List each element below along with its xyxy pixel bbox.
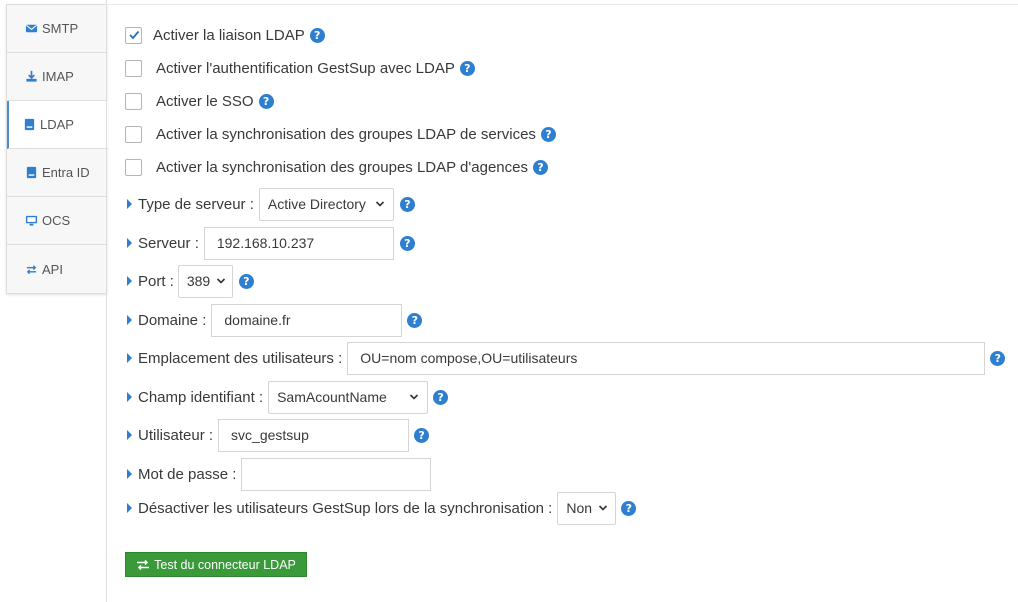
button-label: Test du connecteur LDAP	[154, 557, 296, 572]
exchange-icon	[137, 559, 150, 570]
caret-right-icon	[127, 276, 132, 286]
ldap-settings-panel: Activer la liaison LDAP ? Activer l'auth…	[106, 5, 1018, 602]
server-icon	[24, 166, 38, 180]
ldap-auth-checkbox[interactable]	[125, 59, 142, 77]
help-icon[interactable]: ?	[459, 60, 475, 76]
tab-label: Entra ID	[42, 165, 90, 180]
caret-right-icon	[127, 199, 132, 209]
field-label: Domaine :	[138, 311, 207, 329]
field-server-type: Type de serveur : Active Directory ?	[106, 187, 415, 221]
option-sso: Activer le SSO ?	[106, 89, 274, 113]
tab-smtp[interactable]: SMTP	[7, 5, 107, 53]
settings-tabs: SMTP IMAP LDAP Entra ID OCS API	[6, 4, 108, 294]
field-label: Utilisateur :	[138, 426, 214, 444]
chevron-down-icon	[216, 276, 226, 286]
tab-api[interactable]: API	[7, 245, 107, 293]
option-label: Activer le SSO	[156, 92, 254, 110]
selected-value: Non	[566, 500, 593, 516]
disable-users-select[interactable]: Non	[557, 491, 617, 525]
help-icon[interactable]: ?	[238, 273, 254, 289]
tab-label: SMTP	[42, 21, 79, 36]
caret-right-icon	[127, 392, 132, 402]
help-icon[interactable]: ?	[433, 389, 449, 405]
option-label: Activer la liaison LDAP	[153, 26, 305, 44]
field-label: Mot de passe :	[138, 465, 237, 483]
field-port: Port : 389 ?	[106, 264, 254, 298]
caret-right-icon	[127, 469, 132, 479]
help-icon[interactable]: ?	[399, 196, 415, 212]
field-users-location: Emplacement des utilisateurs : OU=nom co…	[106, 341, 1006, 375]
caret-right-icon	[127, 430, 132, 440]
envelope-icon	[24, 22, 38, 36]
tab-entra-id[interactable]: Entra ID	[7, 149, 107, 197]
port-select[interactable]: 389	[177, 264, 233, 298]
caret-right-icon	[127, 238, 132, 248]
field-disable-users: Désactiver les utilisateurs GestSup lors…	[106, 491, 637, 525]
caret-right-icon	[127, 315, 132, 325]
server-icon	[22, 118, 36, 132]
help-icon[interactable]: ?	[407, 312, 423, 328]
server-input[interactable]: 192.168.10.237	[203, 226, 394, 260]
field-server: Serveur : 192.168.10.237 ?	[106, 226, 415, 260]
tab-label: IMAP	[42, 69, 74, 84]
tab-label: LDAP	[40, 117, 74, 132]
selected-value: SamAcountName	[277, 389, 387, 405]
users-location-input[interactable]: OU=nom compose,OU=utilisateurs	[347, 341, 986, 375]
option-ldap-auth: Activer l'authentification GestSup avec …	[106, 56, 475, 80]
check-icon	[128, 30, 139, 40]
option-label: Activer la synchronisation des groupes L…	[156, 125, 536, 143]
option-label: Activer l'authentification GestSup avec …	[156, 59, 455, 77]
caret-right-icon	[127, 353, 132, 363]
chevron-down-icon	[409, 392, 419, 402]
option-ldap-link: Activer la liaison LDAP ?	[106, 23, 325, 47]
server-type-select[interactable]: Active Directory	[258, 187, 394, 221]
test-ldap-connector-button[interactable]: Test du connecteur LDAP	[125, 552, 307, 577]
field-password: Mot de passe :	[106, 457, 432, 491]
field-id-field: Champ identifiant : SamAcountName ?	[106, 380, 449, 414]
password-input[interactable]	[241, 457, 432, 491]
help-icon[interactable]: ?	[540, 126, 556, 142]
id-field-select[interactable]: SamAcountName	[268, 380, 429, 414]
user-input[interactable]: svc_gestsup	[218, 418, 410, 452]
tab-label: API	[42, 261, 63, 277]
field-label: Emplacement des utilisateurs :	[138, 349, 343, 367]
help-icon[interactable]: ?	[309, 27, 325, 43]
sso-checkbox[interactable]	[125, 92, 142, 110]
field-user: Utilisateur : svc_gestsup ?	[106, 418, 430, 452]
tab-imap[interactable]: IMAP	[7, 53, 107, 101]
field-label: Port :	[138, 272, 174, 290]
sync-services-checkbox[interactable]	[125, 125, 142, 143]
help-icon[interactable]: ?	[399, 235, 415, 251]
domain-input[interactable]: domaine.fr	[211, 303, 403, 337]
help-icon[interactable]: ?	[258, 93, 274, 109]
field-domain: Domaine : domaine.fr ?	[106, 303, 423, 337]
tab-ocs[interactable]: OCS	[7, 197, 107, 245]
tab-ldap[interactable]: LDAP	[7, 101, 108, 149]
option-label: Activer la synchronisation des groupes L…	[156, 158, 528, 176]
option-sync-agencies: Activer la synchronisation des groupes L…	[106, 155, 548, 179]
help-icon[interactable]: ?	[621, 500, 637, 516]
exchange-icon	[24, 262, 38, 276]
chevron-down-icon	[375, 199, 385, 209]
field-label: Désactiver les utilisateurs GestSup lors…	[138, 499, 553, 517]
ldap-link-checkbox[interactable]	[125, 26, 142, 44]
selected-value: Active Directory	[267, 196, 366, 212]
selected-value: 389	[186, 273, 211, 289]
help-icon[interactable]: ?	[532, 159, 548, 175]
field-label: Champ identifiant :	[138, 388, 264, 406]
option-sync-services: Activer la synchronisation des groupes L…	[106, 122, 556, 146]
help-icon[interactable]: ?	[990, 350, 1006, 366]
caret-right-icon	[127, 503, 132, 513]
tab-label: OCS	[42, 213, 71, 228]
field-label: Type de serveur :	[138, 195, 254, 213]
download-icon	[24, 70, 38, 84]
sync-agencies-checkbox[interactable]	[125, 158, 142, 176]
monitor-icon	[24, 214, 38, 228]
help-icon[interactable]: ?	[414, 427, 430, 443]
field-label: Serveur :	[138, 234, 199, 252]
chevron-down-icon	[598, 503, 608, 513]
